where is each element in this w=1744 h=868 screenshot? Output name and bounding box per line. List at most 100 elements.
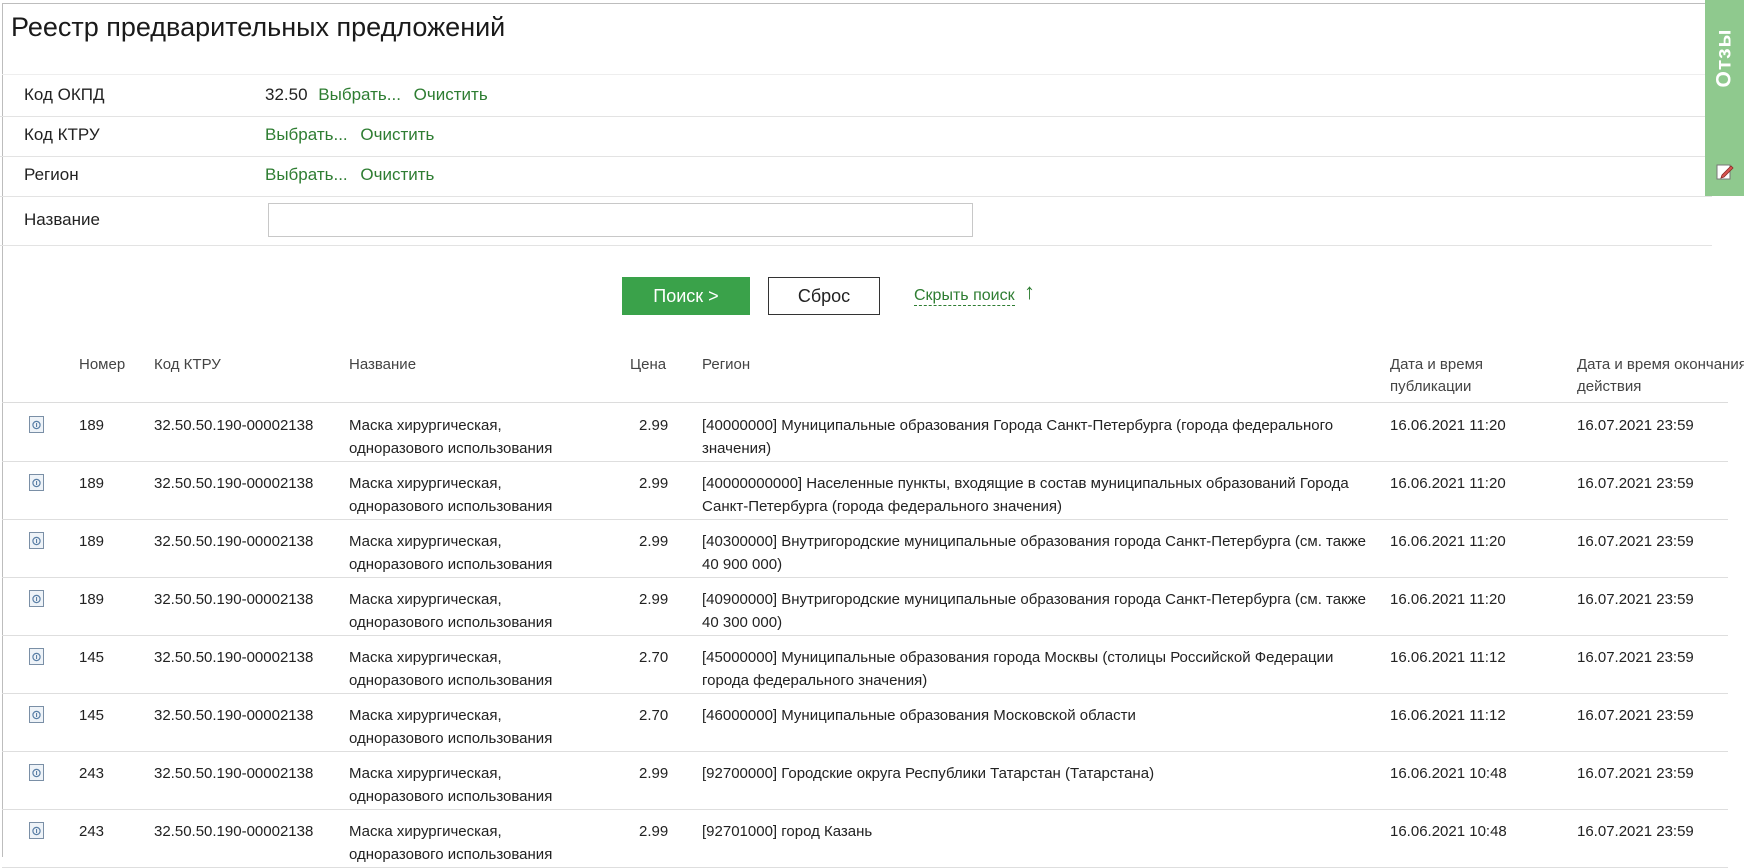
cell-price: 2.99 <box>639 591 669 608</box>
cell-number: 189 <box>79 533 105 550</box>
column-header-ktru: Код КТРУ <box>154 356 221 373</box>
cell-ktru: 32.50.50.190-00002138 <box>154 707 314 724</box>
arrow-up-icon[interactable]: ↑ <box>1024 279 1035 305</box>
cell-ktru: 32.50.50.190-00002138 <box>154 591 314 608</box>
cell-region: [40000000] Муниципальные образования Гор… <box>702 417 1334 457</box>
ktru-clear-link[interactable]: Очистить <box>360 125 434 144</box>
filter-value-region: Выбрать... Очистить <box>265 165 434 185</box>
cell-end: 16.07.2021 23:59 <box>1577 475 1694 492</box>
cell-name: Маска хирургическая, одноразового исполь… <box>349 475 553 515</box>
cell-region: [92701000] город Казань <box>702 823 873 840</box>
document-icon[interactable] <box>29 764 44 781</box>
title-divider <box>2 74 1712 75</box>
cell-region: [46000000] Муниципальные образования Мос… <box>702 707 1136 724</box>
table-row[interactable]: 189 32.50.50.190-00002138 Маска хирургичес… <box>2 577 1728 636</box>
column-header-price: Цена <box>630 356 667 373</box>
region-select-link[interactable]: Выбрать... <box>265 165 348 184</box>
cell-number: 145 <box>79 707 105 724</box>
cell-name: Маска хирургическая, одноразового исполь… <box>349 649 553 689</box>
cell-price: 2.99 <box>639 475 669 492</box>
cell-published: 16.06.2021 11:20 <box>1390 591 1506 608</box>
filter-label-region: Регион <box>24 165 79 184</box>
feedback-label: Отзы <box>1712 28 1736 87</box>
document-icon[interactable] <box>29 590 44 607</box>
column-header-end: Дата и время окончания действия <box>1577 356 1744 395</box>
cell-ktru: 32.50.50.190-00002138 <box>154 475 314 492</box>
reset-button[interactable]: Сброс <box>768 277 880 315</box>
okpd-code: 32.50 <box>265 85 308 104</box>
document-icon[interactable] <box>29 648 44 665</box>
feedback-tab[interactable]: Отзы <box>1705 0 1744 196</box>
page-title: Реестр предварительных предложений <box>11 12 506 42</box>
cell-published: 16.06.2021 10:48 <box>1390 823 1507 840</box>
document-icon[interactable] <box>29 474 44 491</box>
cell-end: 16.07.2021 23:59 <box>1577 765 1694 782</box>
cell-number: 243 <box>79 823 105 840</box>
cell-ktru: 32.50.50.190-00002138 <box>154 823 314 840</box>
cell-region: [40000000000] Населенные пункты, входящи… <box>702 475 1349 515</box>
cell-published: 16.06.2021 11:12 <box>1390 707 1506 724</box>
cell-end: 16.07.2021 23:59 <box>1577 417 1694 434</box>
cell-price: 2.70 <box>639 649 669 666</box>
cell-end: 16.07.2021 23:59 <box>1577 591 1694 608</box>
filter-value-okpd: 32.50 Выбрать... Очистить <box>265 85 488 105</box>
cell-region: [92700000] Городские округа Республики Т… <box>702 765 1155 782</box>
cell-number: 189 <box>79 591 105 608</box>
cell-published: 16.06.2021 11:12 <box>1390 649 1506 666</box>
region-clear-link[interactable]: Очистить <box>360 165 434 184</box>
table-row[interactable]: 145 32.50.50.190-00002138 Маска хирургичес… <box>2 693 1728 752</box>
cell-ktru: 32.50.50.190-00002138 <box>154 417 314 434</box>
edit-icon[interactable] <box>1716 163 1734 181</box>
cell-ktru: 32.50.50.190-00002138 <box>154 765 314 782</box>
cell-name: Маска хирургическая, одноразового исполь… <box>349 765 553 805</box>
cell-number: 243 <box>79 765 105 782</box>
cell-price: 2.99 <box>639 533 669 550</box>
search-button[interactable]: Поиск > <box>622 277 750 315</box>
cell-name: Маска хирургическая, одноразового исполь… <box>349 823 553 863</box>
cell-published: 16.06.2021 10:48 <box>1390 765 1507 782</box>
cell-published: 16.06.2021 11:20 <box>1390 417 1506 434</box>
column-header-name: Название <box>349 356 417 373</box>
table-row[interactable]: 189 32.50.50.190-00002138 Маска хирургичес… <box>2 461 1728 520</box>
cell-name: Маска хирургическая, одноразового исполь… <box>349 533 553 573</box>
cell-end: 16.07.2021 23:59 <box>1577 649 1694 666</box>
filter-row-ktru: Код КТРУ Выбрать... Очистить <box>0 116 1712 157</box>
column-header-region: Регион <box>702 356 751 373</box>
document-icon[interactable] <box>29 532 44 549</box>
feedback-label-wrap: Отзы <box>1705 0 1744 115</box>
document-icon[interactable] <box>29 416 44 433</box>
name-input[interactable] <box>268 203 973 237</box>
document-icon[interactable] <box>29 706 44 723</box>
cell-end: 16.07.2021 23:59 <box>1577 707 1694 724</box>
table-row[interactable]: 145 32.50.50.190-00002138 Маска хирургичес… <box>2 635 1728 694</box>
filter-row-region: Регион Выбрать... Очистить <box>0 156 1712 197</box>
ktru-select-link[interactable]: Выбрать... <box>265 125 348 144</box>
filter-row-okpd: Код ОКПД 32.50 Выбрать... Очистить <box>0 76 1712 117</box>
cell-ktru: 32.50.50.190-00002138 <box>154 649 314 666</box>
cell-region: [40300000] Внутригородские муниципальные… <box>702 533 1367 573</box>
filter-label-name: Название <box>24 210 100 229</box>
hide-search-link[interactable]: Скрыть поиск <box>914 287 1015 306</box>
cell-number: 189 <box>79 417 105 434</box>
table-row[interactable]: 243 32.50.50.190-00002138 Маска хирургичес… <box>2 809 1728 868</box>
cell-price: 2.99 <box>639 417 669 434</box>
filter-value-ktru: Выбрать... Очистить <box>265 125 434 145</box>
cell-region: [45000000] Муниципальные образования гор… <box>702 649 1334 689</box>
cell-ktru: 32.50.50.190-00002138 <box>154 533 314 550</box>
okpd-select-link[interactable]: Выбрать... <box>318 85 401 104</box>
column-header-number: Номер <box>79 356 126 373</box>
table-row[interactable]: 189 32.50.50.190-00002138 Маска хирургичес… <box>2 403 1728 462</box>
cell-price: 2.70 <box>639 707 669 724</box>
cell-price: 2.99 <box>639 765 669 782</box>
okpd-clear-link[interactable]: Очистить <box>414 85 488 104</box>
table-row[interactable]: 243 32.50.50.190-00002138 Маска хирургичес… <box>2 751 1728 810</box>
cell-published: 16.06.2021 11:20 <box>1390 475 1506 492</box>
cell-name: Маска хирургическая, одноразового исполь… <box>349 707 553 747</box>
document-icon[interactable] <box>29 822 44 839</box>
cell-name: Маска хирургическая, одноразового исполь… <box>349 417 553 457</box>
cell-name: Маска хирургическая, одноразового исполь… <box>349 591 553 631</box>
cell-number: 145 <box>79 649 105 666</box>
filter-label-okpd: Код ОКПД <box>24 85 105 104</box>
cell-region: [40900000] Внутригородские муниципальные… <box>702 591 1367 631</box>
table-row[interactable]: 189 32.50.50.190-00002138 Маска хирургичес… <box>2 519 1728 578</box>
